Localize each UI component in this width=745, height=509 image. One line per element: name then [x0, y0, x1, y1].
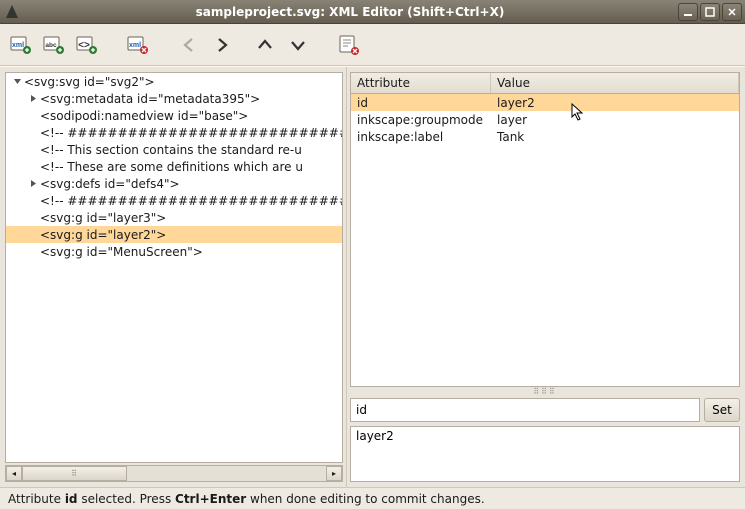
svg-text:<>: <>: [78, 40, 90, 51]
tree-hscrollbar[interactable]: ◂ ⠿ ▸: [5, 465, 343, 482]
attribute-table[interactable]: Attribute Value idlayer2inkscape:groupmo…: [350, 72, 740, 387]
expander-none: [28, 162, 38, 172]
tree-node-label: <svg:g id="layer2">: [40, 228, 166, 242]
attribute-row[interactable]: idlayer2: [351, 94, 739, 111]
tree-node-label: <svg:g id="MenuScreen">: [40, 245, 203, 259]
tree-row[interactable]: <!-- This section contains the standard …: [6, 141, 342, 158]
tree-node-label: <!-- This section contains the standard …: [40, 143, 302, 157]
tree-node-label: <svg:svg id="svg2">: [24, 75, 155, 89]
expander-open-icon[interactable]: [12, 77, 22, 87]
new-element-button[interactable]: xml: [6, 30, 36, 60]
attr-name-cell: inkscape:groupmode: [351, 113, 491, 127]
scroll-thumb[interactable]: ⠿: [22, 466, 127, 481]
tree-row[interactable]: <!-- ############################: [6, 192, 342, 209]
move-down-button[interactable]: [283, 30, 313, 60]
expander-none: [28, 128, 38, 138]
tree-node-label: <!-- ############################: [40, 194, 342, 208]
expander-closed-icon[interactable]: [28, 94, 38, 104]
expander-none: [28, 111, 38, 121]
move-up-button[interactable]: [250, 30, 280, 60]
toolbar: xml abc <> xml: [0, 24, 745, 66]
delete-attribute-button[interactable]: [334, 30, 364, 60]
attr-value-cell: Tank: [491, 130, 739, 144]
set-button[interactable]: Set: [704, 398, 740, 422]
expander-none: [28, 213, 38, 223]
window-controls: [676, 3, 742, 21]
expander-none: [28, 247, 38, 257]
tree-node-label: <!-- These are some definitions which ar…: [40, 160, 303, 174]
tree-row[interactable]: <svg:svg id="svg2">: [6, 73, 342, 90]
header-attribute[interactable]: Attribute: [351, 73, 491, 93]
tree-row[interactable]: <svg:defs id="defs4">: [6, 175, 342, 192]
tree-node-label: <sodipodi:namedview id="base">: [40, 109, 248, 123]
attribute-row[interactable]: inkscape:labelTank: [351, 128, 739, 145]
panel-gripper[interactable]: ⠿⠿⠿: [350, 387, 740, 396]
attribute-panel: Attribute Value idlayer2inkscape:groupmo…: [347, 67, 745, 487]
nav-forward-button[interactable]: [207, 30, 237, 60]
header-value[interactable]: Value: [491, 73, 739, 93]
expander-none: [28, 196, 38, 206]
scroll-track[interactable]: ⠿: [22, 466, 326, 481]
app-icon: [4, 4, 20, 20]
nav-back-button[interactable]: [174, 30, 204, 60]
duplicate-node-button[interactable]: <>: [72, 30, 102, 60]
tree-row[interactable]: <!-- These are some definitions which ar…: [6, 158, 342, 175]
tree-node-label: <!-- ############################: [40, 126, 342, 140]
expander-none: [28, 230, 38, 240]
window-title: sampleproject.svg: XML Editor (Shift+Ctr…: [24, 5, 676, 19]
new-text-button[interactable]: abc: [39, 30, 69, 60]
tree-panel: <svg:svg id="svg2"> <svg:metadata id="met…: [0, 67, 347, 487]
scroll-left-button[interactable]: ◂: [6, 466, 22, 481]
expander-none: [28, 145, 38, 155]
attribute-table-body[interactable]: idlayer2inkscape:groupmodelayerinkscape:…: [351, 94, 739, 386]
attribute-value-input[interactable]: [350, 426, 740, 482]
svg-text:xml: xml: [129, 42, 141, 49]
xml-tree[interactable]: <svg:svg id="svg2"> <svg:metadata id="met…: [5, 72, 343, 463]
status-bar: Attribute id selected. Press Ctrl+Enter …: [0, 487, 745, 509]
attr-name-cell: id: [351, 96, 491, 110]
main-content: <svg:svg id="svg2"> <svg:metadata id="met…: [0, 66, 745, 487]
expander-closed-icon[interactable]: [28, 179, 38, 189]
delete-node-button[interactable]: xml: [123, 30, 153, 60]
attribute-row[interactable]: inkscape:groupmodelayer: [351, 111, 739, 128]
status-text: Attribute id selected. Press Ctrl+Enter …: [8, 492, 485, 506]
attribute-name-input[interactable]: [350, 398, 700, 422]
tree-node-label: <svg:metadata id="metadata395">: [40, 92, 260, 106]
svg-text:abc: abc: [45, 42, 57, 49]
tree-row[interactable]: <svg:g id="layer3">: [6, 209, 342, 226]
tree-node-label: <svg:g id="layer3">: [40, 211, 166, 225]
tree-row[interactable]: <svg:g id="MenuScreen">: [6, 243, 342, 260]
attribute-table-header: Attribute Value: [351, 73, 739, 94]
attr-value-cell: layer2: [491, 96, 739, 110]
tree-row[interactable]: <svg:g id="layer2">: [6, 226, 342, 243]
minimize-button[interactable]: [678, 3, 698, 21]
maximize-button[interactable]: [700, 3, 720, 21]
window-titlebar: sampleproject.svg: XML Editor (Shift+Ctr…: [0, 0, 745, 24]
scroll-right-button[interactable]: ▸: [326, 466, 342, 481]
tree-row[interactable]: <svg:metadata id="metadata395">: [6, 90, 342, 107]
svg-text:xml: xml: [12, 42, 24, 49]
attr-value-cell: layer: [491, 113, 739, 127]
tree-row[interactable]: <!-- ############################: [6, 124, 342, 141]
close-button[interactable]: [722, 3, 742, 21]
tree-row[interactable]: <sodipodi:namedview id="base">: [6, 107, 342, 124]
attribute-edit-row: Set: [350, 398, 740, 422]
attr-name-cell: inkscape:label: [351, 130, 491, 144]
tree-node-label: <svg:defs id="defs4">: [40, 177, 180, 191]
